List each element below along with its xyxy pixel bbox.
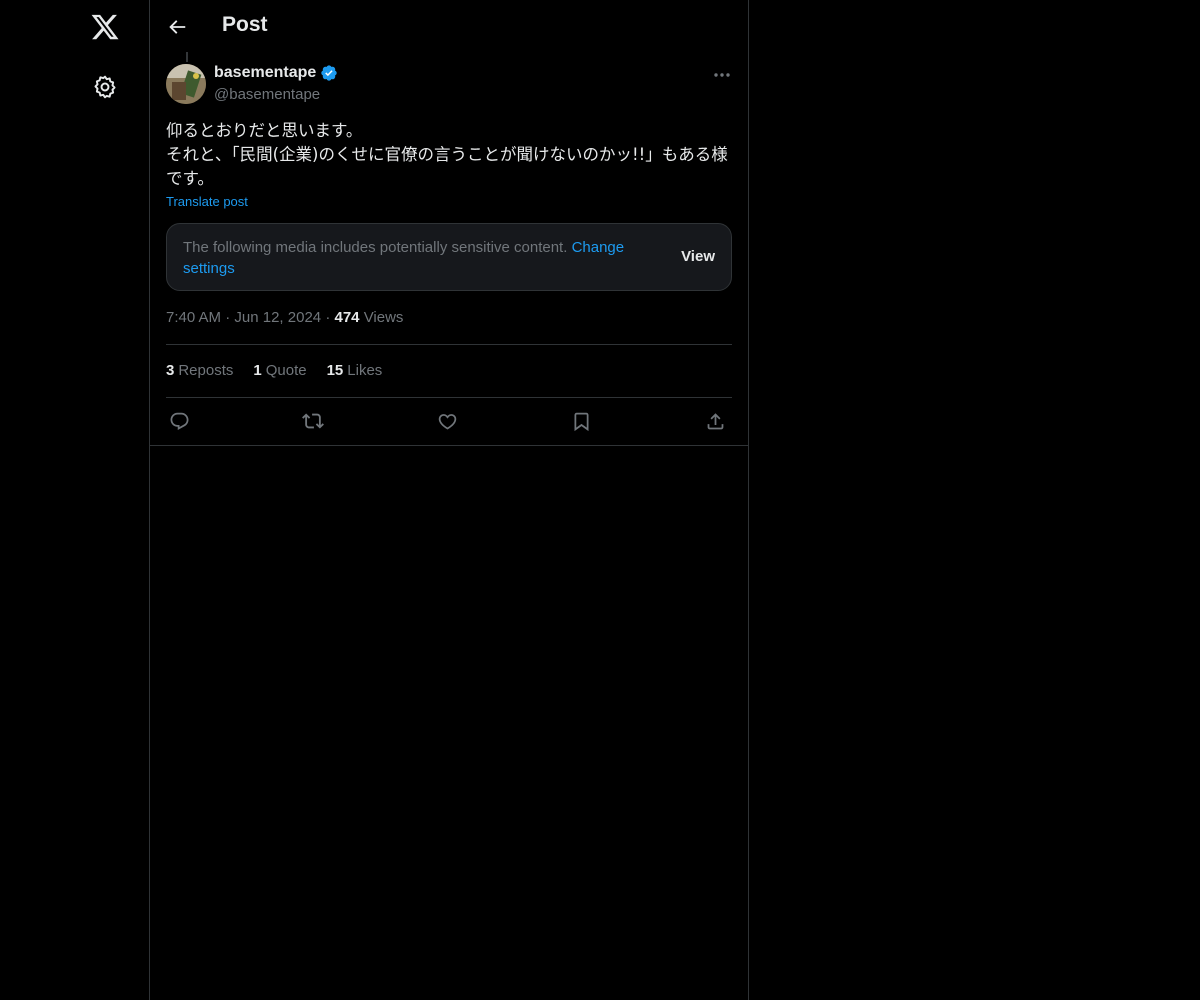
author-name[interactable]: basementape xyxy=(214,64,316,82)
post-text-line: 仰るとおりだと思います。 xyxy=(166,121,363,140)
bookmark-icon[interactable] xyxy=(568,408,594,434)
post-text-line: それと、「民間(企業)のくせに官僚の言うことが聞けないのかッ!!」もある様 xyxy=(166,145,728,164)
author-name-row[interactable]: basementape xyxy=(214,64,338,82)
engagement-stats: 3 Reposts 1 Quote 15 Likes xyxy=(166,362,382,379)
post-time[interactable]: 7:40 AM xyxy=(166,309,221,326)
post-date[interactable]: Jun 12, 2024 xyxy=(234,309,321,326)
view-media-button[interactable]: View xyxy=(681,248,715,265)
translate-post-link[interactable]: Translate post xyxy=(166,194,248,209)
page-header: Post xyxy=(150,0,748,53)
meta-separator: · xyxy=(225,309,235,326)
repost-icon[interactable] xyxy=(300,408,326,434)
verified-badge-icon[interactable] xyxy=(320,64,338,82)
thread-connector-line xyxy=(186,52,188,62)
post-metadata: 7:40 AM · Jun 12, 2024 · 474 Views xyxy=(166,309,403,326)
x-logo-icon[interactable] xyxy=(90,12,120,42)
divider xyxy=(166,344,732,345)
share-icon[interactable] xyxy=(702,408,728,434)
reposts-stat[interactable]: 3 Reposts xyxy=(166,362,233,379)
post-actions-bar xyxy=(166,408,732,434)
avatar[interactable] xyxy=(166,64,206,104)
divider xyxy=(166,397,732,398)
reply-icon[interactable] xyxy=(166,408,192,434)
views-label: Views xyxy=(363,309,404,326)
post-text-line: です。 xyxy=(166,169,214,188)
left-navigation-rail xyxy=(0,0,149,1000)
arrow-left-icon[interactable] xyxy=(164,14,190,40)
primary-column: Post basementape @basementape 仰るとおりだと思いま xyxy=(149,0,749,1000)
likes-stat[interactable]: 15 Likes xyxy=(327,362,383,379)
more-horizontal-icon[interactable] xyxy=(711,66,733,84)
views-count: 474 xyxy=(334,309,360,326)
sensitive-media-text: The following media includes potentially… xyxy=(183,239,568,256)
divider xyxy=(150,445,748,446)
quotes-stat[interactable]: 1 Quote xyxy=(253,362,306,379)
author-handle[interactable]: @basementape xyxy=(214,86,320,103)
gear-icon[interactable] xyxy=(92,74,118,100)
sensitive-media-warning: The following media includes potentially… xyxy=(166,223,732,291)
post-text: 仰るとおりだと思います。 それと、「民間(企業)のくせに官僚の言うことが聞けない… xyxy=(166,119,736,191)
sensitive-media-message: The following media includes potentially… xyxy=(183,237,663,279)
page-title: Post xyxy=(222,13,268,36)
heart-icon[interactable] xyxy=(434,408,460,434)
